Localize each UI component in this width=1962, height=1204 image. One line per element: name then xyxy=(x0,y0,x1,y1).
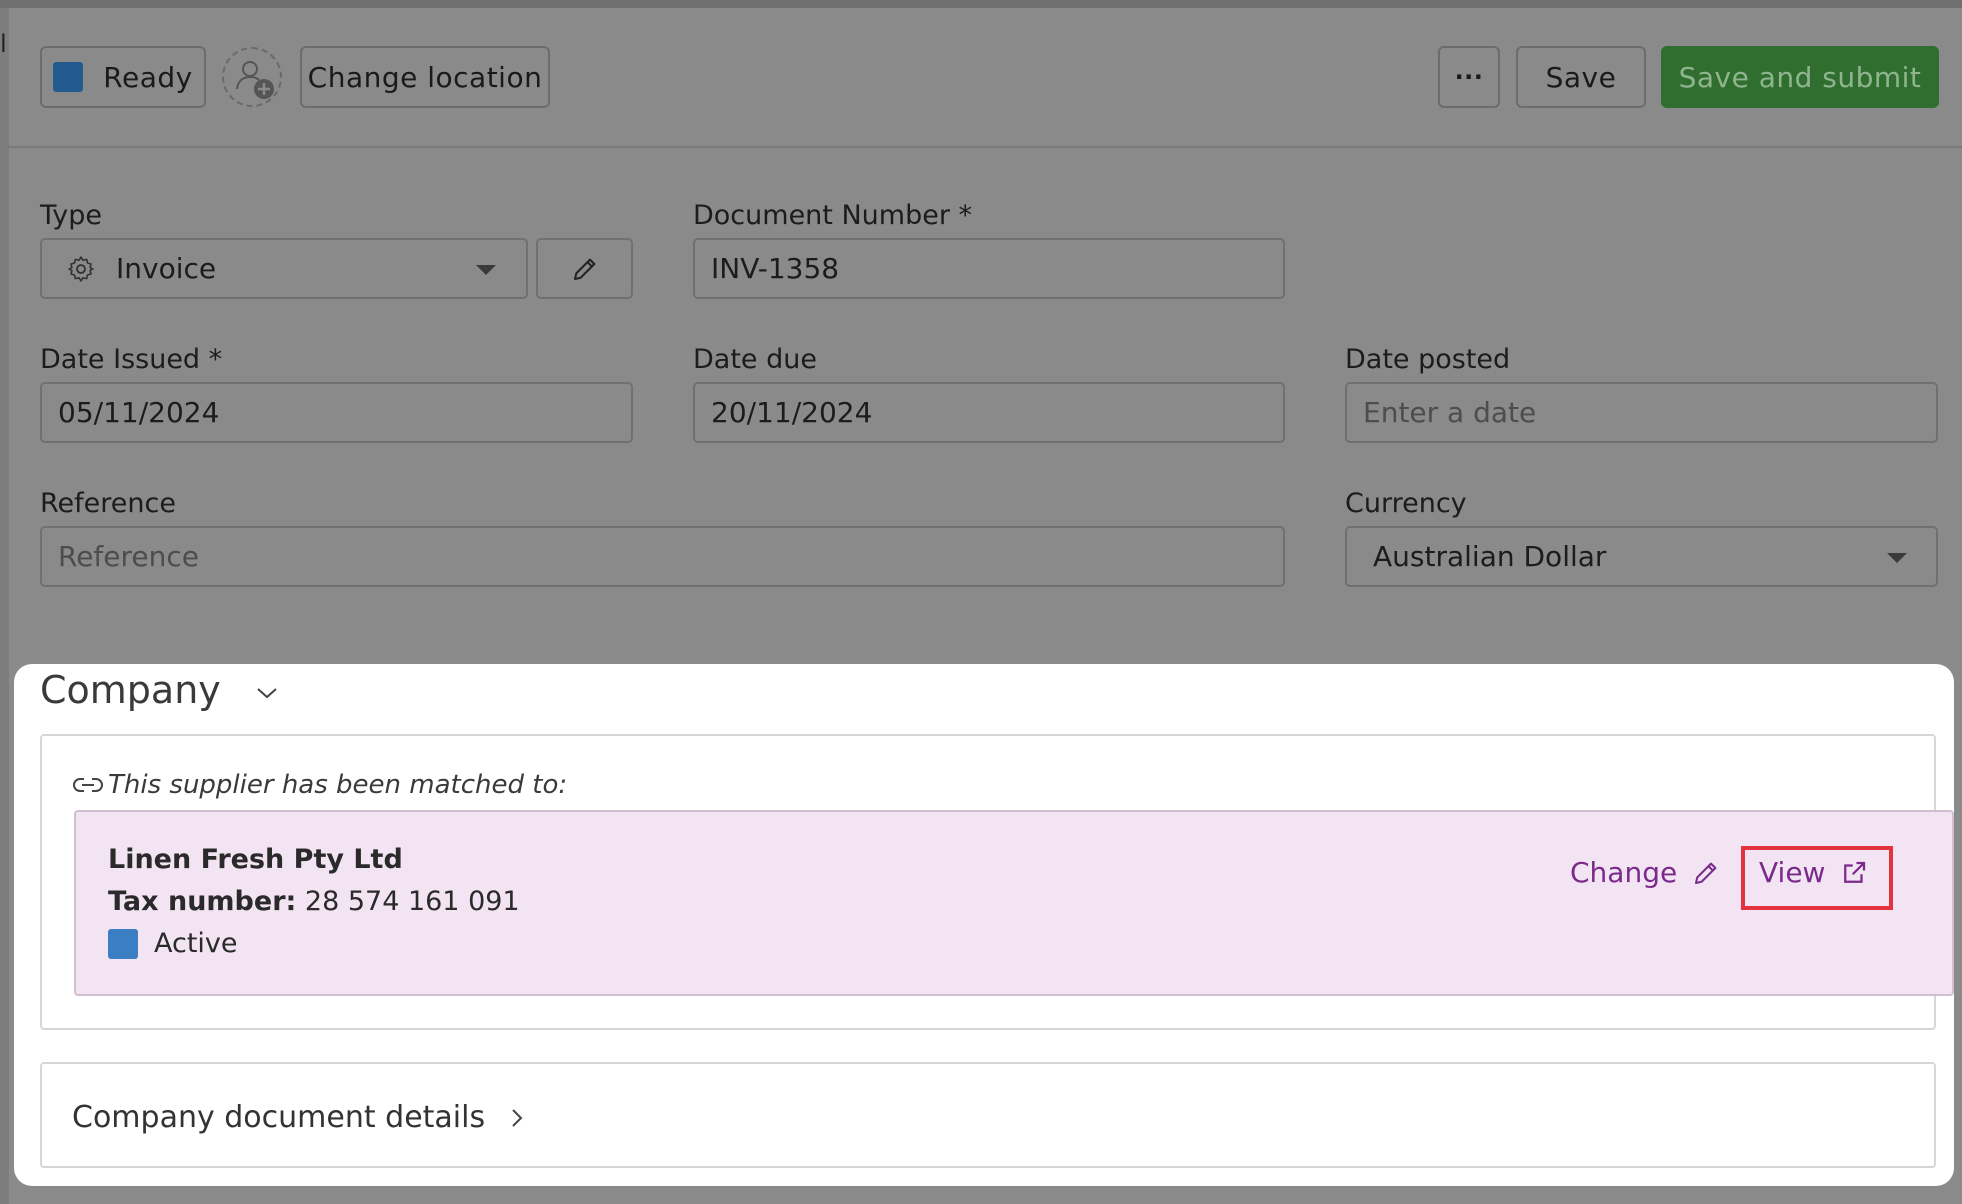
top-strip xyxy=(0,0,1962,8)
save-button[interactable]: Save xyxy=(1516,46,1646,108)
save-label: Save xyxy=(1545,60,1617,94)
matched-text: This supplier has been matched to: xyxy=(108,770,568,800)
company-document-details-label: Company document details xyxy=(72,1100,486,1135)
date-due-value: 20/11/2024 xyxy=(711,396,873,429)
change-link-label: Change xyxy=(1570,856,1678,889)
view-link-label: View xyxy=(1759,856,1826,889)
tax-number-line: Tax number: 28 574 161 091 xyxy=(108,886,520,917)
pencil-icon xyxy=(1695,862,1717,884)
save-and-submit-button[interactable]: Save and submit xyxy=(1661,46,1939,108)
status-active-swatch xyxy=(108,928,138,959)
pencil-icon xyxy=(573,258,595,280)
matched-supplier-panel: This supplier has been matched to: Linen… xyxy=(40,734,1954,1030)
date-posted-label: Date posted xyxy=(1345,344,1511,375)
supplier-name: Linen Fresh Pty Ltd xyxy=(108,844,403,875)
save-and-submit-label: Save and submit xyxy=(1678,60,1922,94)
date-issued-label: Date Issued * xyxy=(40,344,223,375)
add-user-icon xyxy=(236,61,274,99)
chevron-down-icon xyxy=(1887,553,1907,563)
date-issued-input[interactable]: 05/11/2024 xyxy=(40,382,633,443)
document-number-value: INV-1358 xyxy=(711,252,840,285)
change-location-button[interactable]: Change location xyxy=(300,46,550,108)
type-select[interactable]: Invoice xyxy=(40,238,528,299)
supplier-match-box: Linen Fresh Pty Ltd Tax number: 28 574 1… xyxy=(74,810,1954,996)
external-link-icon xyxy=(1844,861,1866,883)
assign-user-button[interactable] xyxy=(222,47,282,107)
reference-placeholder: Reference xyxy=(58,540,199,573)
status-color-swatch xyxy=(53,62,84,92)
status-label: Ready xyxy=(103,60,193,94)
document-number-label: Document Number * xyxy=(693,200,973,231)
currency-select[interactable]: Australian Dollar xyxy=(1345,526,1938,587)
company-title: Company xyxy=(40,668,221,712)
more-options-button[interactable]: ··· xyxy=(1438,46,1500,108)
date-posted-input[interactable]: Enter a date xyxy=(1345,382,1938,443)
chevron-down-icon xyxy=(257,687,277,698)
currency-label: Currency xyxy=(1345,488,1467,519)
tax-number-label: Tax number: xyxy=(108,886,297,917)
matched-caption: This supplier has been matched to: xyxy=(72,770,567,800)
reference-label: Reference xyxy=(40,488,176,519)
currency-value: Australian Dollar xyxy=(1373,540,1607,573)
link-icon xyxy=(73,778,103,792)
company-document-details: Company document details xyxy=(72,1100,525,1135)
edge-glyph: l xyxy=(0,30,7,58)
view-supplier-link[interactable]: View xyxy=(1759,856,1869,889)
supplier-status-label: Active xyxy=(154,928,238,959)
tax-number-value: 28 574 161 091 xyxy=(296,886,520,917)
type-value: Invoice xyxy=(116,252,217,285)
document-number-input[interactable]: INV-1358 xyxy=(693,238,1285,299)
change-location-label: Change location xyxy=(307,60,543,94)
toolbar-divider xyxy=(9,146,1962,148)
date-due-label: Date due xyxy=(693,344,817,375)
status-button[interactable]: Ready xyxy=(40,46,206,108)
date-issued-value: 05/11/2024 xyxy=(58,396,220,429)
edit-type-button[interactable] xyxy=(536,238,633,299)
supplier-status: Active xyxy=(108,928,238,959)
date-posted-placeholder: Enter a date xyxy=(1363,396,1537,429)
reference-input[interactable]: Reference xyxy=(40,526,1285,587)
chevron-down-icon xyxy=(476,265,496,275)
company-section-header[interactable]: Company xyxy=(40,668,279,712)
type-label: Type xyxy=(40,200,103,231)
change-supplier-link[interactable]: Change xyxy=(1570,856,1721,889)
company-document-details-panel[interactable]: Company document details xyxy=(40,1062,1936,1168)
date-due-input[interactable]: 20/11/2024 xyxy=(693,382,1285,443)
gear-icon xyxy=(68,255,94,282)
chevron-right-icon xyxy=(512,1108,523,1127)
left-edge: l xyxy=(0,8,9,1204)
company-card: Company This supplier has been matched t… xyxy=(14,664,1954,1186)
more-options-icon: ··· xyxy=(1454,63,1484,91)
